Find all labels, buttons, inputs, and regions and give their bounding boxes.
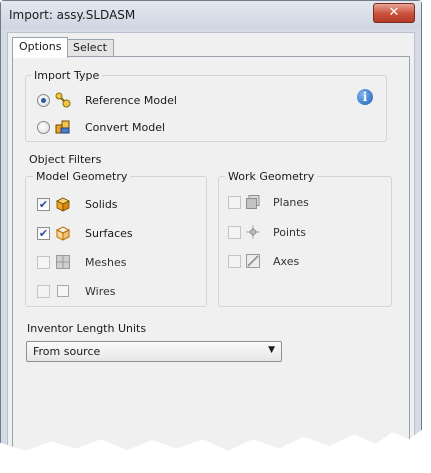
reference-model-radio[interactable]: [37, 94, 50, 107]
object-filters-label: Object Filters: [29, 153, 102, 166]
meshes-label: Meshes: [85, 256, 127, 269]
surfaces-label: Surfaces: [85, 227, 133, 240]
title-bar: Import: assy.SLDASM ✕: [1, 1, 421, 29]
wires-label: Wires: [85, 285, 116, 298]
convert-model-icon: [55, 120, 70, 134]
window-title: Import: assy.SLDASM: [9, 8, 136, 22]
surface-cube-icon: [55, 226, 71, 241]
work-point-icon: [246, 225, 260, 239]
convert-model-label: Convert Model: [85, 121, 166, 134]
axes-label: Axes: [273, 255, 300, 268]
dialog-client: Options Select Import Type Reference Mod…: [7, 32, 415, 451]
work-axis-icon: [246, 254, 260, 268]
model-geometry-group: [25, 176, 207, 307]
length-units-value: From source: [33, 345, 101, 358]
planes-checkbox: [228, 196, 241, 209]
close-button[interactable]: ✕: [373, 3, 415, 23]
solids-checkbox[interactable]: ✔: [37, 198, 50, 211]
meshes-checkbox: [37, 256, 50, 269]
reference-model-label: Reference Model: [85, 94, 177, 107]
options-panel: Import Type Reference Model i Convert Mo…: [12, 56, 410, 451]
points-checkbox: [228, 226, 241, 239]
work-plane-icon: [246, 195, 260, 209]
import-type-group: [25, 75, 387, 142]
wire-square-icon: [57, 285, 69, 297]
solids-label: Solids: [85, 198, 118, 211]
points-label: Points: [273, 226, 307, 239]
stage: { "window": { "title": "Import: assy.SLD…: [0, 0, 431, 473]
axes-checkbox: [228, 255, 241, 268]
convert-model-radio[interactable]: [37, 121, 50, 134]
work-geometry-label: Work Geometry: [225, 170, 318, 183]
chevron-down-icon: ▼: [268, 345, 275, 355]
solid-cube-icon: [56, 197, 70, 212]
tab-select[interactable]: Select: [66, 39, 114, 56]
model-geometry-label: Model Geometry: [33, 170, 131, 183]
info-icon[interactable]: i: [357, 89, 373, 105]
wires-checkbox: [37, 285, 50, 298]
import-type-label: Import Type: [31, 69, 103, 82]
planes-label: Planes: [273, 196, 309, 209]
mesh-grid-icon: [56, 255, 70, 269]
length-units-label: Inventor Length Units: [27, 322, 147, 335]
length-units-select[interactable]: From source ▼: [26, 341, 282, 362]
tab-options[interactable]: Options: [12, 37, 69, 58]
import-dialog: Import: assy.SLDASM ✕ Options Select Imp…: [0, 0, 422, 451]
surfaces-checkbox[interactable]: ✔: [37, 227, 50, 240]
reference-model-icon: [55, 92, 71, 108]
